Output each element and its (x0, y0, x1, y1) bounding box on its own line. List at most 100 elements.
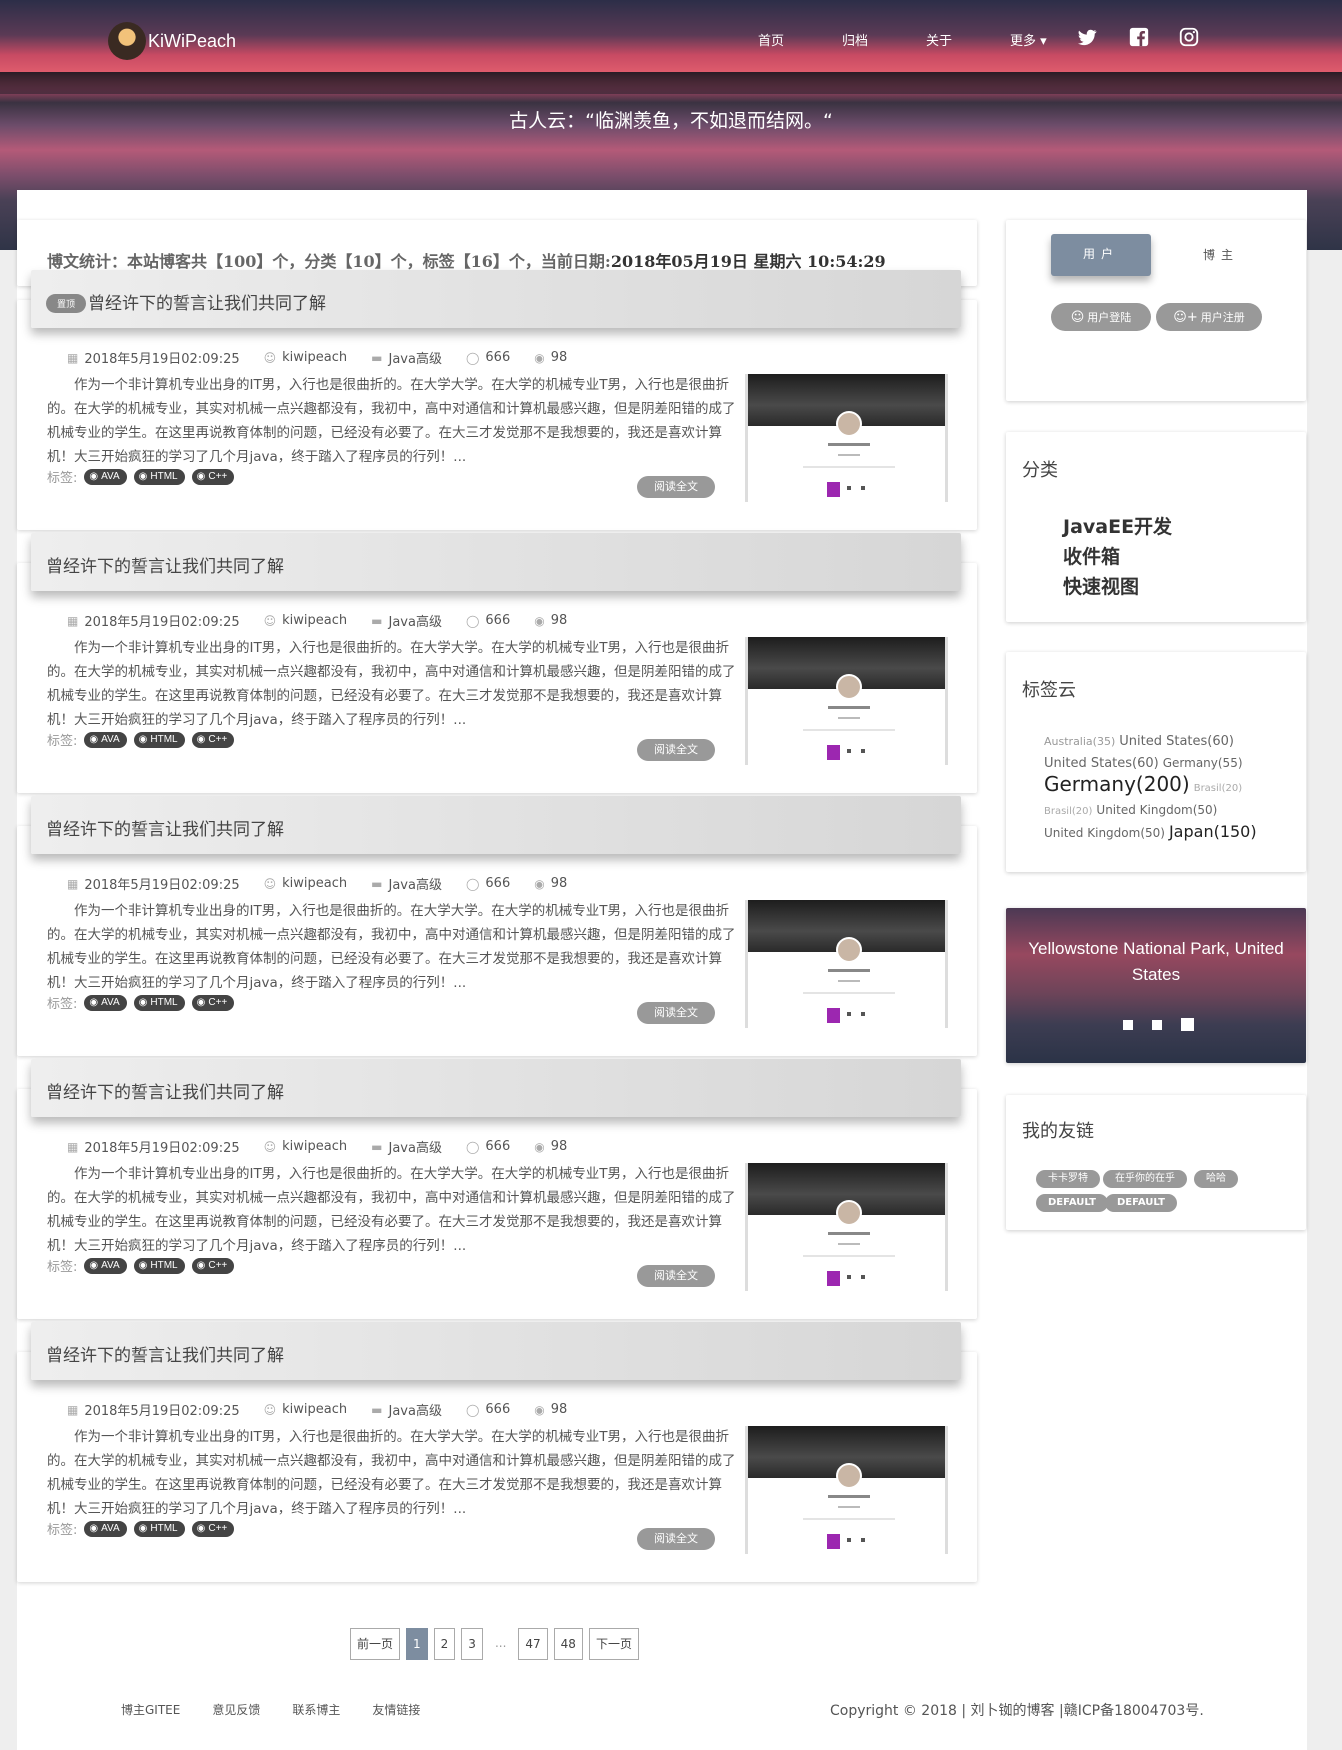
friend-link[interactable]: 在乎你的在乎 (1103, 1170, 1187, 1188)
post-title[interactable]: 曾经许下的誓言让我们共同了解 (46, 557, 284, 577)
footer-link-gitee[interactable]: 博主GITEE (121, 1701, 180, 1718)
page-button-3[interactable]: 3 (461, 1628, 483, 1660)
post-title-bar[interactable]: 置顶 曾经许下的誓言让我们共同了解 (31, 270, 961, 328)
stats-text: 博文统计：本站博客共【100】个，分类【10】个，标签【16】个，当前日期: (47, 252, 611, 271)
slider-dot[interactable] (1152, 1020, 1162, 1030)
post-comments: 666 (485, 350, 511, 365)
post-author[interactable]: kiwipeach (282, 1402, 347, 1417)
post-tag[interactable]: ◉ C++ (191, 1257, 235, 1274)
twitter-icon[interactable] (1076, 26, 1098, 48)
footer-link-feedback[interactable]: 意见反馈 (212, 1701, 260, 1718)
post-tag[interactable]: ◉ HTML (133, 1520, 185, 1537)
copyright: Copyright © 2018 | 刘卜铷的博客 |赣ICP备18004703… (830, 1703, 1204, 1719)
tag-cloud-item[interactable]: United States(60) (1119, 734, 1234, 749)
tags-label: 标签: (47, 997, 78, 1012)
thumbnail-line (838, 1506, 860, 1508)
post-title-bar[interactable]: 曾经许下的誓言让我们共同了解 (31, 533, 961, 591)
post-tag[interactable]: ◉ HTML (133, 1257, 185, 1274)
post-date: 2018年5月19日02:09:25 (84, 352, 240, 367)
post-tag[interactable]: ◉ C++ (191, 1520, 235, 1537)
post-category[interactable]: Java高级 (389, 874, 442, 893)
post-tag[interactable]: ◉ AVA (84, 731, 127, 748)
folder-icon: ▬ (371, 1139, 383, 1154)
post-title-bar[interactable]: 曾经许下的誓言让我们共同了解 (31, 796, 961, 854)
post-thumbnail[interactable] (745, 1163, 948, 1291)
friend-link[interactable]: 卡卡罗特 (1036, 1170, 1100, 1188)
post-tag[interactable]: ◉ HTML (133, 731, 185, 748)
facebook-icon[interactable] (1128, 26, 1150, 48)
post-tag[interactable]: ◉ C++ (191, 994, 235, 1011)
post-author[interactable]: kiwipeach (282, 350, 347, 365)
post-title[interactable]: 曾经许下的誓言让我们共同了解 (88, 294, 326, 314)
nav-about[interactable]: 关于 (926, 30, 952, 49)
tag-cloud-item[interactable]: United Kingdom(50) (1044, 826, 1165, 840)
post-category[interactable]: Java高级 (389, 1137, 442, 1156)
tag-cloud-item[interactable]: Brasil(20) (1194, 783, 1242, 794)
nav-home[interactable]: 首页 (758, 30, 784, 49)
post-tag[interactable]: ◉ HTML (133, 994, 185, 1011)
tab-blogger[interactable]: 博主 (1191, 234, 1251, 276)
post-author[interactable]: kiwipeach (282, 1139, 347, 1154)
read-more-button[interactable]: 阅读全文 (637, 739, 715, 761)
post-title[interactable]: 曾经许下的誓言让我们共同了解 (46, 1346, 284, 1366)
post-category[interactable]: Java高级 (389, 1400, 442, 1419)
read-more-button[interactable]: 阅读全文 (637, 1265, 715, 1287)
post-category[interactable]: Java高级 (389, 348, 442, 367)
footer-link-contact[interactable]: 联系博主 (292, 1701, 340, 1718)
tag-cloud-item[interactable]: Germany(55) (1163, 756, 1243, 770)
category-item[interactable]: JavaEE开发 (1063, 512, 1172, 542)
post-tag[interactable]: ◉ AVA (84, 994, 127, 1011)
thumbnail-dot (847, 1538, 851, 1542)
tag-cloud-item[interactable]: Australia(35) (1044, 735, 1115, 748)
friend-link[interactable]: 哈哈 (1194, 1170, 1238, 1188)
login-button[interactable]: ☺ 用户登陆 (1051, 303, 1151, 331)
tab-user[interactable]: 用户 (1051, 234, 1151, 276)
read-more-button[interactable]: 阅读全文 (637, 1528, 715, 1550)
thumbnail-line (838, 1243, 860, 1245)
post-thumbnail[interactable] (745, 900, 948, 1028)
slider-dot-active[interactable] (1181, 1018, 1194, 1031)
tag-cloud-item[interactable]: Brasil(20) (1044, 806, 1092, 817)
instagram-icon[interactable] (1178, 26, 1200, 48)
post-title-bar[interactable]: 曾经许下的誓言让我们共同了解 (31, 1322, 961, 1380)
nav-archive[interactable]: 归档 (842, 30, 868, 49)
category-item[interactable]: 快速视图 (1063, 572, 1172, 602)
page-button-1[interactable]: 1 (406, 1628, 428, 1660)
friend-link[interactable]: DEFAULT (1036, 1194, 1108, 1212)
tag-cloud-item[interactable]: Germany(200) (1044, 772, 1190, 796)
post-title[interactable]: 曾经许下的誓言让我们共同了解 (46, 1083, 284, 1103)
post-category[interactable]: Java高级 (389, 611, 442, 630)
page-button-47[interactable]: 47 (518, 1628, 548, 1660)
brand[interactable]: KiWiPeach (108, 22, 236, 60)
post-thumbnail[interactable] (745, 1426, 948, 1554)
tag-cloud-item[interactable]: Japan(150) (1169, 822, 1257, 841)
post-title-bar[interactable]: 曾经许下的誓言让我们共同了解 (31, 1059, 961, 1117)
post-tag[interactable]: ◉ C++ (191, 731, 235, 748)
page-button-2[interactable]: 2 (433, 1628, 456, 1660)
register-button[interactable]: ☺+ 用户注册 (1156, 303, 1262, 331)
post-thumbnail[interactable] (745, 637, 948, 765)
nav-more-dropdown[interactable]: 更多 ▾ (1010, 30, 1047, 49)
post-author[interactable]: kiwipeach (282, 876, 347, 891)
tag-cloud-item[interactable]: United States(60) (1044, 756, 1159, 771)
post-tag[interactable]: ◉ AVA (84, 1520, 127, 1537)
slider-dot[interactable] (1123, 1020, 1133, 1030)
post-title[interactable]: 曾经许下的誓言让我们共同了解 (46, 820, 284, 840)
pagination-ellipsis: ... (494, 1636, 507, 1650)
post-tag[interactable]: ◉ AVA (84, 468, 127, 485)
post-thumbnail[interactable] (745, 374, 948, 502)
read-more-button[interactable]: 阅读全文 (637, 476, 715, 498)
eye-icon: ◉ (534, 1139, 545, 1154)
friend-link[interactable]: DEFAULT (1105, 1194, 1177, 1212)
post-author[interactable]: kiwipeach (282, 613, 347, 628)
post-tag[interactable]: ◉ C++ (191, 468, 235, 485)
next-page-button[interactable]: 下一页 (588, 1628, 639, 1660)
category-item[interactable]: 收件箱 (1063, 542, 1172, 572)
footer-link-friends[interactable]: 友情链接 (372, 1701, 420, 1718)
page-button-48[interactable]: 48 (553, 1628, 583, 1660)
read-more-button[interactable]: 阅读全文 (637, 1002, 715, 1024)
prev-page-button[interactable]: 前一页 (350, 1628, 401, 1660)
post-tag[interactable]: ◉ HTML (133, 468, 185, 485)
post-tag[interactable]: ◉ AVA (84, 1257, 127, 1274)
tag-cloud-item[interactable]: United Kingdom(50) (1096, 803, 1217, 817)
